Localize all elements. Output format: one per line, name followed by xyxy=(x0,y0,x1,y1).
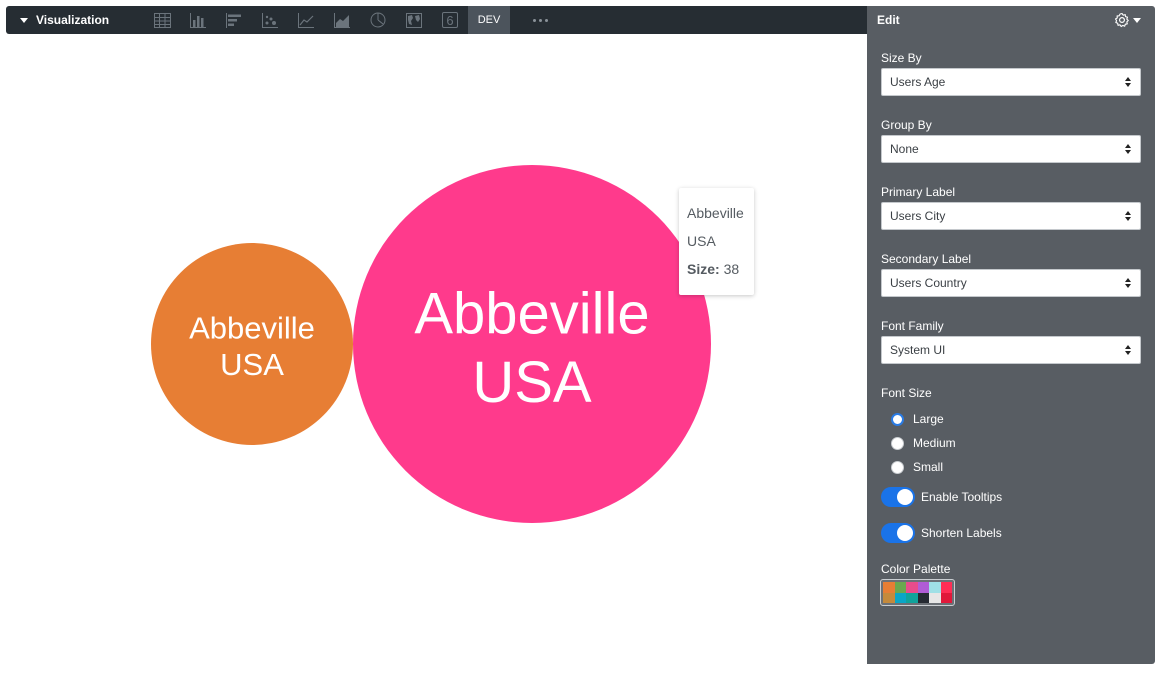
enable-tooltips-label: Enable Tooltips xyxy=(921,490,1003,504)
palette-swatch xyxy=(917,592,929,603)
radio-unchecked-icon xyxy=(891,436,904,450)
palette-swatch xyxy=(883,592,895,603)
pie-chart-icon[interactable] xyxy=(360,6,396,34)
font-size-option-large[interactable]: Large xyxy=(891,412,944,426)
palette-swatch xyxy=(929,592,941,603)
select-arrows-icon xyxy=(1125,211,1131,221)
palette-swatch xyxy=(940,592,952,603)
palette-swatch xyxy=(906,592,918,603)
table-icon[interactable] xyxy=(144,6,180,34)
palette-swatch xyxy=(940,582,952,593)
secondary-label-label: Secondary Label xyxy=(881,252,972,266)
single-value-glyph: 6 xyxy=(442,12,458,28)
secondary-label-value: Users Country xyxy=(890,276,967,290)
primary-label-label: Primary Label xyxy=(881,185,956,199)
secondary-label-select[interactable]: Users Country xyxy=(881,269,1141,297)
color-palette-label: Color Palette xyxy=(881,562,951,576)
font-size-option-label: Small xyxy=(913,460,944,474)
edit-panel: Edit Size By Users Age Group By None Pri… xyxy=(867,6,1155,664)
size-by-value: Users Age xyxy=(890,75,946,89)
chevron-down-icon xyxy=(1133,17,1141,23)
font-family-label: Font Family xyxy=(881,319,944,333)
bar-chart-icon[interactable] xyxy=(216,6,252,34)
select-arrows-icon xyxy=(1125,144,1131,154)
visualization-collapse-toggle[interactable]: Visualization xyxy=(6,13,144,27)
select-arrows-icon xyxy=(1125,278,1131,288)
tooltip-size-value: 38 xyxy=(723,261,740,277)
bubble-secondary-label: USA xyxy=(220,347,284,382)
font-size-option-medium[interactable]: Medium xyxy=(891,436,956,450)
map-icon[interactable] xyxy=(396,6,432,34)
tooltip-size: Size: 38 xyxy=(687,261,754,289)
primary-label-select[interactable]: Users City xyxy=(881,202,1141,230)
tab-dev[interactable]: DEV xyxy=(468,6,510,34)
primary-label-value: Users City xyxy=(890,209,946,223)
palette-swatch xyxy=(906,582,918,593)
font-family-value: System UI xyxy=(890,343,946,357)
visualization-title: Visualization xyxy=(36,13,110,27)
bubble-secondary-label: USA xyxy=(472,350,592,415)
font-size-option-small[interactable]: Small xyxy=(891,460,943,474)
size-by-label: Size By xyxy=(881,51,922,65)
visualization-toolbar: Visualization 6 DEV xyxy=(6,6,868,34)
palette-swatch xyxy=(917,582,929,593)
tooltip-primary-label: Abbeville xyxy=(687,205,744,221)
group-by-label: Group By xyxy=(881,118,932,132)
font-family-select[interactable]: System UI xyxy=(881,336,1141,364)
column-chart-icon[interactable] xyxy=(180,6,216,34)
edit-panel-header: Edit xyxy=(867,6,1155,34)
single-value-icon[interactable]: 6 xyxy=(432,6,468,34)
tooltip-secondary-label: USA xyxy=(687,233,716,249)
bubble-primary-label: Abbeville xyxy=(189,310,315,345)
caret-down-icon xyxy=(20,17,28,23)
group-by-value: None xyxy=(890,142,919,156)
scatter-icon[interactable] xyxy=(252,6,288,34)
bubble-tooltip: Abbeville USA Size: 38 xyxy=(679,188,754,295)
bubble-chart: AbbevilleUSAAbbevilleUSA xyxy=(151,165,711,523)
visualization-screen: Visualization 6 DEV Abbeville USA Abbevi… xyxy=(0,0,1162,673)
more-options-icon[interactable] xyxy=(510,6,570,34)
shorten-labels-toggle[interactable]: Shorten Labels xyxy=(881,523,1002,543)
toggle-switch[interactable] xyxy=(881,487,915,507)
font-size-label: Font Size xyxy=(881,386,932,400)
shorten-labels-label: Shorten Labels xyxy=(921,526,1002,540)
font-size-option-label: Large xyxy=(913,412,944,426)
enable-tooltips-toggle[interactable]: Enable Tooltips xyxy=(881,487,1002,507)
line-chart-icon[interactable] xyxy=(288,6,324,34)
color-palette-picker[interactable] xyxy=(880,579,955,606)
palette-swatch xyxy=(883,582,895,593)
radio-checked-icon xyxy=(891,412,904,426)
bubble-primary-label: Abbeville xyxy=(414,282,649,347)
palette-swatch xyxy=(894,592,906,603)
radio-unchecked-icon xyxy=(891,460,904,474)
settings-menu-button[interactable] xyxy=(1114,12,1141,28)
toggle-switch[interactable] xyxy=(881,523,915,543)
select-arrows-icon xyxy=(1125,345,1131,355)
font-size-option-label: Medium xyxy=(913,436,956,450)
group-by-select[interactable]: None xyxy=(881,135,1141,163)
edit-panel-title: Edit xyxy=(877,13,900,27)
palette-swatch xyxy=(894,582,906,593)
gear-icon xyxy=(1114,12,1129,28)
palette-swatch xyxy=(929,582,941,593)
select-arrows-icon xyxy=(1125,77,1131,87)
area-chart-icon[interactable] xyxy=(324,6,360,34)
tooltip-size-label: Size: xyxy=(687,261,720,277)
size-by-select[interactable]: Users Age xyxy=(881,68,1141,96)
